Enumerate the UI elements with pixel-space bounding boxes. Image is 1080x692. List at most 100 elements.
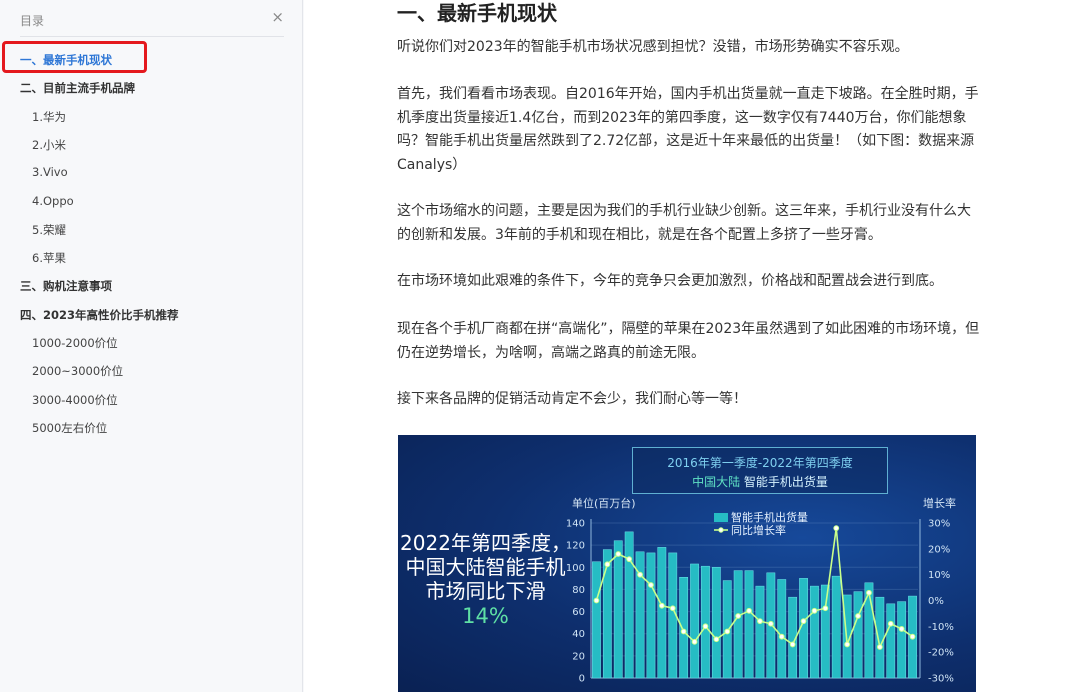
y-right-tick-label: 10% bbox=[928, 570, 950, 581]
y-right-tick-label: 0% bbox=[928, 596, 944, 607]
growth-rate-point bbox=[626, 556, 633, 563]
growth-rate-point bbox=[735, 613, 742, 619]
toc-item[interactable]: 一、最新手机现状 bbox=[20, 52, 112, 68]
growth-rate-point bbox=[691, 638, 698, 645]
growth-rate-point bbox=[866, 589, 872, 596]
chart-bar bbox=[744, 570, 754, 679]
toc-item[interactable]: 二、目前主流手机品牌 bbox=[20, 80, 135, 96]
growth-rate-point bbox=[615, 551, 622, 557]
chart-bar bbox=[831, 575, 841, 679]
article-paragraph: 听说你们对2023年的智能手机市场状况感到担忧？没错，市场形势确实不容乐观。 bbox=[397, 39, 909, 55]
growth-rate-point bbox=[648, 582, 654, 588]
growth-rate-point bbox=[800, 618, 807, 625]
growth-rate-point bbox=[855, 613, 861, 619]
growth-rate-point bbox=[713, 636, 720, 643]
chart-bar bbox=[853, 591, 863, 679]
y-right-tick-label: -20% bbox=[928, 648, 954, 659]
growth-rate-point bbox=[669, 605, 676, 612]
toc-item[interactable]: 5.荣耀 bbox=[32, 222, 66, 238]
chart-bar bbox=[701, 565, 710, 679]
chart-headline: 2022年第四季度，中国大陆智能手机市场同比下滑 14% bbox=[398, 531, 573, 628]
chart-bar bbox=[624, 531, 634, 679]
y-right-tick-label: 30% bbox=[928, 519, 950, 530]
chart-unit-left: 单位(百万台) bbox=[572, 497, 636, 510]
legend-bar-label: 智能手机出货量 bbox=[731, 510, 808, 524]
article-content: 一、最新手机现状 听说你们对2023年的智能手机市场状况感到担忧？没错，市场形势… bbox=[304, 0, 1080, 692]
growth-rate-point bbox=[680, 628, 687, 635]
toc-header: 目录 × bbox=[20, 8, 284, 37]
chart-bar bbox=[897, 601, 907, 679]
y-left-tick-label: 40 bbox=[572, 629, 585, 640]
chart-bar bbox=[711, 567, 721, 679]
growth-rate-point bbox=[833, 525, 840, 532]
toc-title: 目录 bbox=[20, 14, 45, 28]
growth-rate-point bbox=[876, 644, 883, 650]
toc-item[interactable]: 2000~3000价位 bbox=[32, 363, 123, 379]
y-left-tick-label: 80 bbox=[572, 585, 585, 596]
growth-rate-point bbox=[844, 641, 851, 648]
growth-rate-point bbox=[757, 618, 763, 625]
y-left-tick-label: 60 bbox=[572, 607, 585, 618]
article-paragraph: 在市场环境如此艰难的条件下，今年的竞争只会更加激烈，价格战和配置战会进行到底。 bbox=[397, 273, 943, 289]
article-paragraph: 首先，我们看看市场表现。自2016年开始，国内手机出货量就一直走下坡路。在全胜时… bbox=[397, 86, 979, 173]
growth-rate-point bbox=[746, 607, 752, 614]
chart-bar bbox=[733, 570, 743, 679]
article-title: 一、最新手机现状 bbox=[397, 1, 557, 25]
growth-rate-point bbox=[724, 628, 731, 635]
chart-bar bbox=[646, 552, 656, 679]
growth-rate-point bbox=[887, 620, 894, 627]
chart-bar bbox=[777, 579, 787, 679]
chart-unit-right: 增长率 bbox=[923, 497, 956, 510]
chart-bar bbox=[810, 585, 819, 679]
chart-bar bbox=[886, 603, 896, 679]
legend-bar-swatch bbox=[714, 513, 728, 522]
toc-item[interactable]: 三、购机注意事项 bbox=[20, 278, 112, 294]
toc-item[interactable]: 2.小米 bbox=[32, 137, 66, 153]
y-right-tick-label: -10% bbox=[928, 622, 954, 633]
legend-line-label: 同比增长率 bbox=[731, 523, 786, 537]
article-paragraph: 接下来各品牌的促销活动肯定不会少，我们耐心等一等！ bbox=[397, 391, 747, 407]
y-right-tick-label: 20% bbox=[928, 544, 950, 555]
legend-line-marker bbox=[718, 527, 724, 533]
chart-headline-percent: 14% bbox=[462, 604, 509, 628]
toc-item[interactable]: 3.Vivo bbox=[32, 165, 68, 179]
toc-item[interactable]: 1000-2000价位 bbox=[32, 335, 118, 351]
chart-bar bbox=[602, 549, 612, 679]
y-left-tick-label: 20 bbox=[572, 651, 585, 662]
close-icon[interactable]: × bbox=[271, 8, 284, 26]
chart-bar bbox=[820, 584, 830, 679]
y-left-tick-label: 0 bbox=[579, 674, 585, 685]
growth-rate-point bbox=[822, 605, 829, 612]
growth-rate-point bbox=[811, 607, 818, 614]
article-paragraph: 现在各个手机厂商都在拼“高端化”，隔壁的苹果在2023年虽然遇到了如此困难的市场… bbox=[397, 321, 980, 361]
growth-rate-point bbox=[637, 571, 643, 578]
toc-item[interactable]: 四、2023年高性价比手机推荐 bbox=[20, 307, 179, 323]
chart-bar bbox=[875, 596, 885, 679]
chart-bar bbox=[657, 547, 667, 679]
shipment-chart-figure: 0 20 40 60 80 100 120 140 30% 20% 10% 0% -10% -20% -30… bbox=[398, 435, 976, 692]
growth-rate-point bbox=[778, 633, 785, 640]
growth-rate-point bbox=[658, 602, 665, 609]
growth-rate-point bbox=[789, 641, 796, 648]
growth-rate-point bbox=[909, 633, 916, 640]
toc-item[interactable]: 4.Oppo bbox=[32, 194, 74, 208]
chart-bar bbox=[690, 563, 699, 679]
chart-title-rest: 智能手机出货量 bbox=[743, 475, 828, 489]
toc-item[interactable]: 1.华为 bbox=[32, 109, 66, 125]
growth-rate-point bbox=[898, 626, 905, 632]
y-right-tick-label: -30% bbox=[928, 674, 954, 685]
toc-item[interactable]: 5000左右价位 bbox=[32, 420, 107, 436]
toc-sidebar: 目录 × 一、最新手机现状二、目前主流手机品牌 1.华为 2.小米 3.Vivo 4.O… bbox=[0, 0, 303, 692]
article-paragraph: 这个市场缩水的问题，主要是因为我们的手机行业缺少创新。这三年来，手机行业没有什么… bbox=[397, 203, 971, 243]
chart-title-box: 2016年第一季度-2022年第四季度 中国大陆 智能手机出货量 bbox=[632, 447, 888, 494]
chart-title-line1: 2016年第一季度-2022年第四季度 bbox=[667, 456, 853, 470]
growth-rate-point bbox=[767, 620, 774, 627]
toc-item[interactable]: 6.苹果 bbox=[32, 250, 66, 266]
chart-title-highlight: 中国大陆 bbox=[692, 475, 741, 489]
chart-bar bbox=[592, 561, 601, 679]
chart-title-line2: 中国大陆 智能手机出货量 bbox=[633, 473, 887, 490]
growth-rate-point bbox=[702, 623, 709, 630]
growth-rate-point bbox=[593, 597, 600, 604]
y-left-tick-label: 140 bbox=[566, 519, 585, 530]
toc-item[interactable]: 3000-4000价位 bbox=[32, 392, 118, 408]
